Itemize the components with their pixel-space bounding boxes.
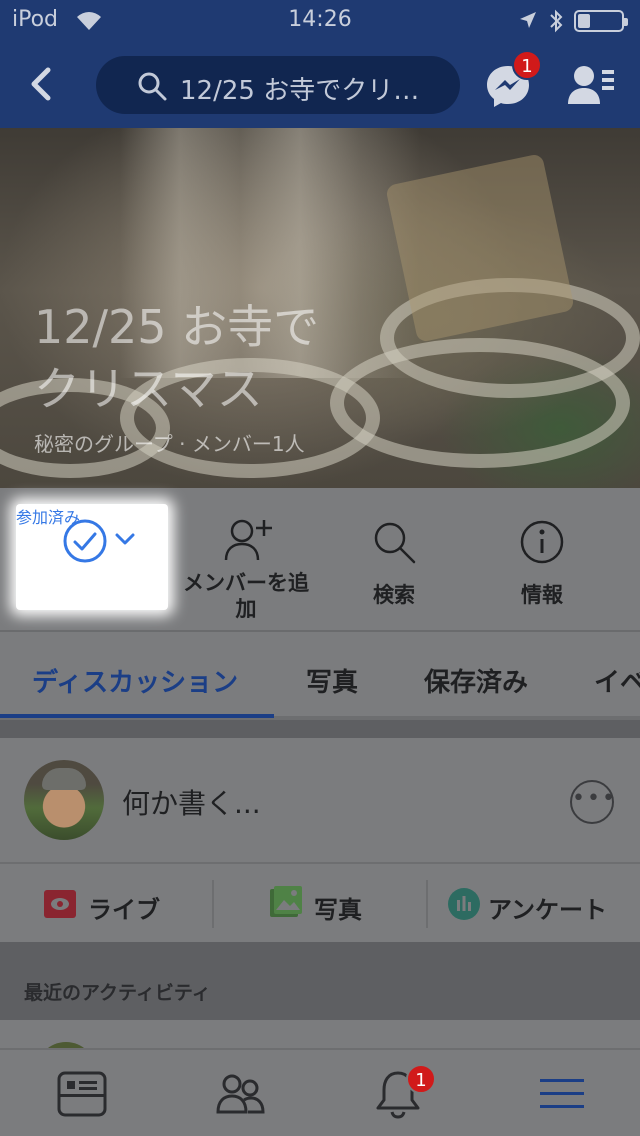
photo-label: 写真 <box>314 896 362 924</box>
group-subtitle: 秘密のグループ · メンバー1人 <box>34 432 305 456</box>
poll-button[interactable]: アンケート <box>448 864 628 944</box>
avatar[interactable] <box>24 760 104 840</box>
option-divider <box>212 880 214 928</box>
photo-icon <box>270 886 302 917</box>
group-title-line1: 12/25 お寺で <box>34 300 320 354</box>
tab-events[interactable]: イベ <box>594 662 640 699</box>
groups-icon[interactable] <box>214 1068 266 1120</box>
news-feed-icon[interactable] <box>56 1068 108 1120</box>
search-group-button[interactable]: 検索 <box>320 488 468 632</box>
info-icon <box>520 520 564 564</box>
photo-button[interactable]: 写真 <box>270 864 410 944</box>
info-button[interactable]: 情報 <box>468 488 616 632</box>
search-bar[interactable]: 12/25 お寺でクリ… <box>96 56 460 114</box>
notifications-button[interactable]: 1 <box>372 1064 436 1120</box>
friend-requests-icon <box>568 66 614 104</box>
back-icon[interactable] <box>24 62 64 106</box>
battery-icon <box>574 10 628 32</box>
status-time: 14:26 <box>288 7 352 32</box>
tab-photos[interactable]: 写真 <box>306 662 358 699</box>
check-circle-icon <box>63 519 107 563</box>
group-title: 12/25 お寺で クリスマス <box>34 296 319 420</box>
messenger-button[interactable]: 1 <box>482 50 542 112</box>
app-screen: iPod 14:26 12/25 お寺でクリ… 1 12/25 お寺で クリスマ… <box>0 0 640 1136</box>
nav-bar: 12/25 お寺でクリ… 1 <box>0 40 640 128</box>
group-cover-photo[interactable]: 12/25 お寺で クリスマス 秘密のグループ · メンバー1人 <box>0 128 640 488</box>
notifications-badge: 1 <box>406 1064 436 1094</box>
section-divider <box>0 720 640 738</box>
cover-image-tofu <box>385 153 575 343</box>
bottom-tab-bar: 1 <box>0 1048 640 1136</box>
add-member-label: メンバーを追加 <box>183 571 309 621</box>
recent-activity-header: 最近のアクティビティ <box>0 942 640 1020</box>
search-query: 12/25 お寺でクリ… <box>180 76 420 106</box>
composer-placeholder[interactable]: 何か書く... <box>122 782 261 822</box>
group-title-line2: クリスマス <box>34 362 263 416</box>
poll-icon <box>448 888 480 920</box>
messenger-badge: 1 <box>512 50 542 80</box>
post-options: ライブ 写真 アンケート <box>0 862 640 942</box>
more-options-button[interactable]: ••• <box>570 780 617 824</box>
recent-activity-title: 最近のアクティビティ <box>24 982 211 1004</box>
add-member-button[interactable]: メンバーを追加 <box>172 488 320 632</box>
search-icon <box>374 522 416 564</box>
post-composer[interactable]: 何か書く... ••• <box>0 738 640 862</box>
friend-requests-button[interactable] <box>566 60 618 112</box>
search-icon <box>138 72 167 101</box>
chevron-down-icon <box>115 533 135 545</box>
menu-icon[interactable] <box>536 1068 588 1120</box>
live-video-icon <box>44 890 76 918</box>
group-actions: 参加済み メンバーを追加 検索 情報 <box>0 488 640 632</box>
status-bar: iPod 14:26 <box>0 0 640 40</box>
joined-button[interactable]: 参加済み <box>16 504 168 610</box>
more-icon: ••• <box>572 786 617 811</box>
live-button[interactable]: ライブ <box>44 864 204 944</box>
activity-feed <box>0 1020 640 1072</box>
group-tabs: ディスカッション 写真 保存済み イベ <box>0 632 640 720</box>
bluetooth-icon <box>550 9 563 33</box>
active-tab-indicator <box>0 714 274 718</box>
search-group-label: 検索 <box>373 583 415 607</box>
tab-saved[interactable]: 保存済み <box>424 662 528 699</box>
info-label: 情報 <box>521 583 563 607</box>
option-divider <box>426 880 428 928</box>
live-label: ライブ <box>88 896 160 924</box>
poll-label: アンケート <box>488 896 608 924</box>
add-person-icon <box>224 519 272 561</box>
location-icon <box>520 12 536 28</box>
tab-discussion[interactable]: ディスカッション <box>32 662 238 699</box>
